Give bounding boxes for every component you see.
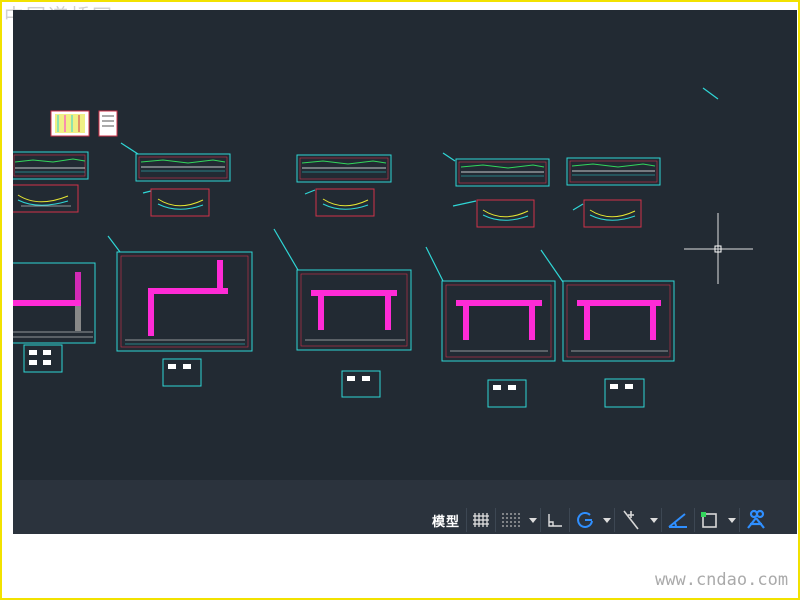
legend-sheet-1[interactable]	[50, 110, 90, 137]
snap-icon[interactable]	[496, 508, 526, 532]
profile-sheets[interactable]	[13, 151, 661, 187]
legend-sheet-2[interactable]	[98, 110, 118, 137]
rebar-detail-marks	[29, 350, 633, 390]
ortho-icon[interactable]	[540, 508, 571, 532]
drawing-area[interactable]	[13, 10, 797, 480]
polar-dropdown-icon[interactable]	[600, 508, 614, 532]
cross-section-sheet-5[interactable]	[562, 280, 675, 362]
tracking-dropdown-icon[interactable]	[647, 508, 661, 532]
grid-icon[interactable]	[467, 508, 497, 532]
annotation-dropdown-icon[interactable]	[725, 508, 739, 532]
object-snap-tracking-icon[interactable]	[614, 508, 647, 532]
cross-section-sheet-4[interactable]	[441, 280, 556, 362]
model-tab[interactable]: 模型	[426, 508, 468, 532]
cross-section-sheet-3[interactable]	[296, 269, 412, 351]
snap-dropdown-icon[interactable]	[526, 508, 540, 532]
detail-sheets[interactable]	[13, 184, 642, 228]
watermark-bottom: www.cndao.com	[655, 570, 789, 590]
cross-section-sheet-1[interactable]	[13, 262, 96, 344]
isometric-icon[interactable]	[661, 508, 696, 532]
polar-icon[interactable]	[570, 508, 600, 532]
drawing-canvas[interactable]	[13, 10, 797, 480]
annotation-monitor-icon[interactable]	[739, 508, 772, 532]
status-bar: 模型	[13, 480, 797, 534]
crosshair-cursor	[684, 213, 753, 284]
status-toolbar: 模型	[426, 508, 772, 532]
annotation-scale-icon[interactable]	[695, 508, 725, 532]
cross-section-sheet-2[interactable]	[116, 251, 253, 352]
